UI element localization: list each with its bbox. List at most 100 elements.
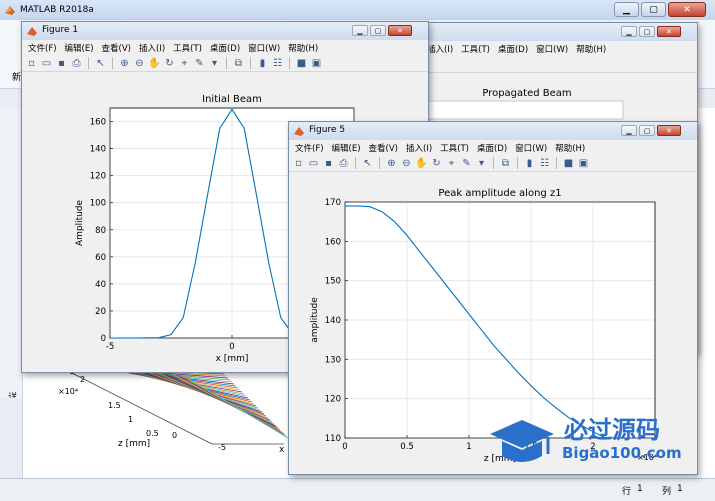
close-button[interactable]: ✕ [657, 26, 681, 37]
save-icon[interactable]: ▪ [322, 157, 335, 170]
watermark-text: 必过源码 [564, 416, 660, 444]
maximize-button[interactable]: ▢ [639, 125, 655, 136]
toolbar-separator [355, 157, 356, 169]
menu-help[interactable]: 帮助(H) [288, 42, 318, 54]
toolstrip-new-label[interactable]: 新 [12, 70, 21, 83]
main-window-title: MATLAB R2018a [20, 5, 94, 15]
menu-tools[interactable]: 工具(T) [440, 142, 469, 154]
chart-title: Peak amplitude along z1 [438, 188, 561, 199]
open-icon[interactable]: ▭ [40, 57, 53, 70]
col-label: 列 [662, 487, 672, 497]
legend-icon[interactable]: ☷ [538, 157, 551, 170]
toolbar-separator [289, 57, 290, 69]
figure1-menubar: 文件(F) 编辑(E) 查看(V) 插入(I) 工具(T) 桌面(D) 窗口(W… [22, 40, 428, 55]
legend-icon[interactable]: ☷ [271, 57, 284, 70]
colorbar-icon[interactable]: ▮ [523, 157, 536, 170]
open-icon[interactable]: ▭ [307, 157, 320, 170]
show-tools-icon[interactable]: ▣ [577, 157, 590, 170]
x-tick-label: 0 [342, 442, 347, 452]
figure1-toolbar: ▫ ▭ ▪ ⎙ ↖ ⊕ ⊖ ✋ ↻ ⌖ ✎ ▾ ⧉ ▮ ☷ ■ ▣ [22, 55, 428, 72]
new-figure-icon[interactable]: ▫ [25, 57, 38, 70]
menu-insert[interactable]: 插入(I) [406, 142, 432, 154]
maximize-button[interactable]: ▢ [639, 26, 655, 37]
x-tick-label: 1 [466, 442, 471, 452]
select-arrow-icon[interactable]: ↖ [94, 57, 107, 70]
menu-view[interactable]: 查看(V) [102, 42, 131, 54]
menu-edit[interactable]: 编辑(E) [65, 42, 94, 54]
zoom-out-icon[interactable]: ⊖ [133, 57, 146, 70]
print-icon[interactable]: ⎙ [337, 157, 350, 170]
row-label: 行 [622, 487, 632, 497]
back-plot-title: Propagated Beam [482, 88, 571, 99]
chart-ylabel: Amplitude [75, 199, 85, 246]
matlab-logo-icon [5, 6, 15, 15]
y-tick-label: 40 [95, 280, 106, 290]
rotate-icon[interactable]: ↻ [430, 157, 443, 170]
data-cursor-icon[interactable]: ⌖ [178, 57, 191, 70]
surface-tick-label: 1 [128, 415, 133, 424]
dropdown-arrow-icon[interactable]: ▾ [475, 157, 488, 170]
save-icon[interactable]: ▪ [55, 57, 68, 70]
brush-icon[interactable]: ✎ [193, 57, 206, 70]
colorbar-icon[interactable]: ▮ [256, 57, 269, 70]
data-cursor-icon[interactable]: ⌖ [445, 157, 458, 170]
minimize-button[interactable]: ▁ [621, 125, 637, 136]
menu-desktop[interactable]: 桌面(D) [477, 142, 507, 154]
menu-view[interactable]: 查看(V) [369, 142, 398, 154]
dropdown-arrow-icon[interactable]: ▾ [208, 57, 221, 70]
close-button[interactable]: ✕ [388, 25, 412, 36]
link-plot-icon[interactable]: ⧉ [232, 57, 245, 70]
toolbar-separator [556, 157, 557, 169]
minimize-button[interactable]: ▁ [621, 26, 637, 37]
menu-edit[interactable]: 编辑(E) [332, 142, 361, 154]
menu-insert[interactable]: 插入(I) [427, 43, 453, 55]
y-tick-label: 120 [325, 395, 341, 405]
rotate-icon[interactable]: ↻ [163, 57, 176, 70]
chart-title: Initial Beam [202, 94, 262, 105]
y-tick-label: 120 [90, 172, 106, 182]
menu-insert[interactable]: 插入(I) [139, 42, 165, 54]
close-button[interactable]: ✕ [657, 125, 681, 136]
menu-file[interactable]: 文件(F) [295, 142, 324, 154]
select-arrow-icon[interactable]: ↖ [361, 157, 374, 170]
maximize-button[interactable]: ▢ [641, 2, 666, 17]
menu-tools[interactable]: 工具(T) [461, 43, 490, 55]
surface-exp-label: ×10⁴ [58, 387, 78, 396]
x-tick-label: 0.5 [400, 442, 414, 452]
print-icon[interactable]: ⎙ [70, 57, 83, 70]
menu-window[interactable]: 窗口(W) [536, 43, 568, 55]
zoom-in-icon[interactable]: ⊕ [385, 157, 398, 170]
menu-window[interactable]: 窗口(W) [515, 142, 547, 154]
minimize-button[interactable]: ▁ [352, 25, 368, 36]
surface-tick-label: 0.5 [146, 429, 159, 438]
menu-help[interactable]: 帮助(H) [555, 142, 585, 154]
brush-icon[interactable]: ✎ [460, 157, 473, 170]
surface-tick-label: 2 [80, 375, 85, 384]
minimize-button[interactable]: ▁ [614, 2, 639, 17]
x-tick-label: -5 [106, 342, 114, 352]
menu-window[interactable]: 窗口(W) [248, 42, 280, 54]
zoom-in-icon[interactable]: ⊕ [118, 57, 131, 70]
pan-hand-icon[interactable]: ✋ [415, 157, 428, 170]
chart-xlabel: x [mm] [216, 354, 249, 364]
y-tick-label: 160 [325, 237, 341, 247]
toolbar-separator [379, 157, 380, 169]
close-button[interactable]: ✕ [668, 2, 706, 17]
zoom-out-icon[interactable]: ⊖ [400, 157, 413, 170]
status-bar: 行 1 列 1 [0, 478, 715, 501]
new-figure-icon[interactable]: ▫ [292, 157, 305, 170]
menu-desktop[interactable]: 桌面(D) [498, 43, 528, 55]
pan-hand-icon[interactable]: ✋ [148, 57, 161, 70]
col-value: 1 [677, 484, 683, 494]
menu-help[interactable]: 帮助(H) [576, 43, 606, 55]
menu-desktop[interactable]: 桌面(D) [210, 42, 240, 54]
surface-line [183, 375, 289, 439]
maximize-button[interactable]: ▢ [370, 25, 386, 36]
menu-file[interactable]: 文件(F) [28, 42, 57, 54]
hide-tools-icon[interactable]: ■ [295, 57, 308, 70]
menu-tools[interactable]: 工具(T) [173, 42, 202, 54]
show-tools-icon[interactable]: ▣ [310, 57, 323, 70]
hide-tools-icon[interactable]: ■ [562, 157, 575, 170]
toolbar-separator [250, 57, 251, 69]
link-plot-icon[interactable]: ⧉ [499, 157, 512, 170]
